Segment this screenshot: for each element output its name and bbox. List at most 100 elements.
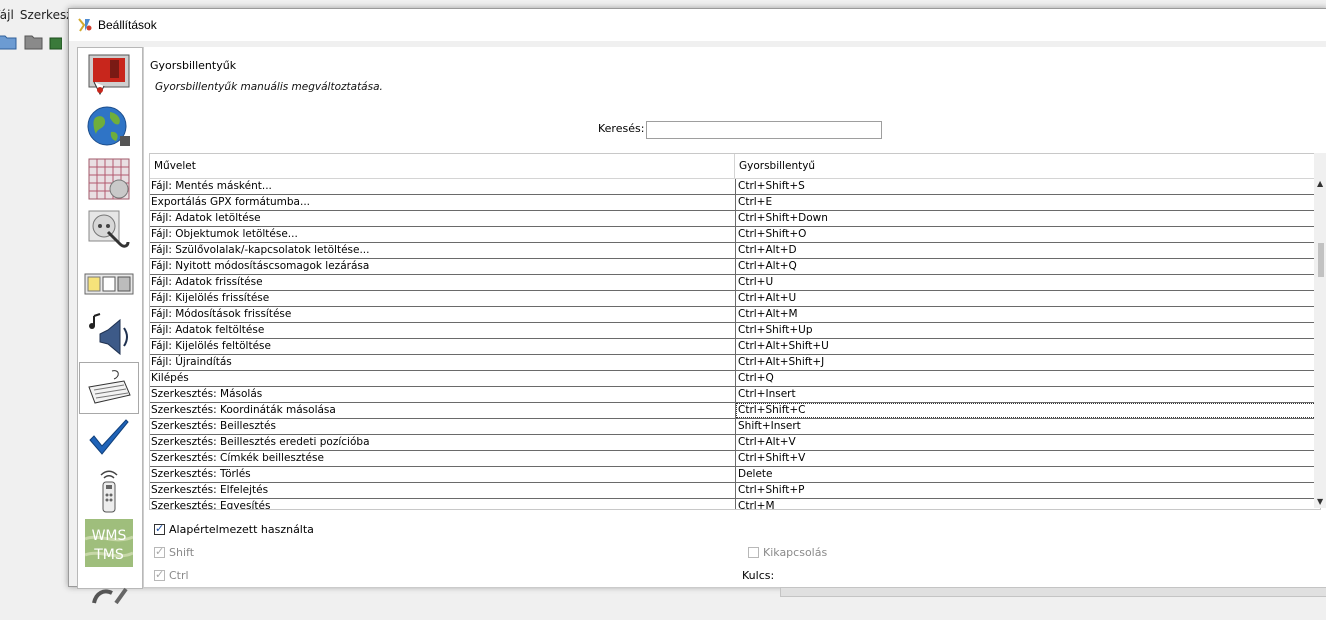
shortcut-cell[interactable]: Ctrl+U [736,275,1320,290]
shortcut-cell[interactable]: Ctrl+Shift+Up [736,323,1320,338]
table-row[interactable]: Fájl: Objektumok letöltése... Ctrl+Shift+… [150,227,1320,243]
shortcut-cell[interactable]: Ctrl+M [736,499,1320,509]
table-row[interactable]: Szerkesztés: Törlés Delete [150,467,1320,483]
open-folder-icon[interactable] [0,30,18,52]
table-row[interactable]: Szerkesztés: Elfelejtés Ctrl+Shift+P [150,483,1320,499]
shortcut-cell[interactable]: Ctrl+Shift+C [736,403,1320,418]
action-cell[interactable]: Szerkesztés: Koordináták másolása [150,403,736,418]
shortcut-cell[interactable]: Ctrl+Shift+O [736,227,1320,242]
action-cell[interactable]: Szerkesztés: Beillesztés [150,419,736,434]
table-row[interactable]: Szerkesztés: Egyesítés Ctrl+M [150,499,1320,509]
shortcut-cell[interactable]: Ctrl+Insert [736,387,1320,402]
category-validator[interactable] [80,414,138,464]
category-advanced[interactable] [80,570,138,620]
shift-checkbox[interactable] [154,545,165,558]
table-row[interactable]: Szerkesztés: Címkék beillesztése Ctrl+Shi… [150,451,1320,467]
table-row[interactable]: Fájl: Adatok letöltése Ctrl+Shift+Down [150,211,1320,227]
key-select[interactable] [780,587,1326,597]
table-row[interactable]: Szerkesztés: Másolás Ctrl+Insert [150,387,1320,403]
category-shortcuts[interactable] [79,362,139,414]
menu-file[interactable]: Fájl [0,8,14,26]
table-row[interactable]: Kilépés Ctrl+Q [150,371,1320,387]
action-cell[interactable]: Szerkesztés: Címkék beillesztése [150,451,736,466]
table-header: Művelet Gyorsbillentyű [150,154,1320,179]
action-cell[interactable]: Szerkesztés: Egyesítés [150,499,736,509]
shortcut-cell[interactable]: Ctrl+Alt+U [736,291,1320,306]
action-cell[interactable]: Fájl: Kijelölés feltöltése [150,339,736,354]
action-cell[interactable]: Fájl: Módosítások frissítése [150,307,736,322]
table-row[interactable]: Fájl: Kijelölés frissítése Ctrl+Alt+U [150,291,1320,307]
table-row[interactable]: Fájl: Kijelölés feltöltése Ctrl+Alt+Shift… [150,339,1320,355]
action-cell[interactable]: Fájl: Kijelölés frissítése [150,291,736,306]
key-option: Kulcs: [742,569,774,582]
scroll-up-arrow-icon[interactable]: ▲ [1317,179,1323,188]
shortcut-cell[interactable]: Ctrl+E [736,195,1320,210]
table-row[interactable]: Szerkesztés: Beillesztés Shift+Insert [150,419,1320,435]
shift-modifier-option[interactable]: Shift [154,545,194,559]
action-cell[interactable]: Exportálás GPX formátumba... [150,195,736,210]
ctrl-checkbox[interactable] [154,568,165,581]
shortcut-cell[interactable]: Ctrl+Alt+D [736,243,1320,258]
table-row[interactable]: Fájl: Adatok frissítése Ctrl+U [150,275,1320,291]
action-cell[interactable]: Kilépés [150,371,736,386]
shortcut-cell[interactable]: Ctrl+Alt+Shift+U [736,339,1320,354]
table-row[interactable]: Fájl: Adatok feltöltése Ctrl+Shift+Up [150,323,1320,339]
action-cell[interactable]: Fájl: Adatok feltöltése [150,323,736,338]
shortcut-cell[interactable]: Delete [736,467,1320,482]
shortcut-cell[interactable]: Ctrl+Shift+V [736,451,1320,466]
table-row[interactable]: Szerkesztés: Koordináták másolása Ctrl+Sh… [150,403,1320,419]
table-row[interactable]: Fájl: Módosítások frissítése Ctrl+Alt+M [150,307,1320,323]
action-cell[interactable]: Szerkesztés: Másolás [150,387,736,402]
shortcut-cell[interactable]: Shift+Insert [736,419,1320,434]
action-cell[interactable]: Szerkesztés: Törlés [150,467,736,482]
scroll-down-arrow-icon[interactable]: ▼ [1317,497,1323,506]
download-icon[interactable] [48,30,62,52]
ctrl-modifier-option[interactable]: Ctrl [154,568,189,582]
action-cell[interactable]: Szerkesztés: Beillesztés eredeti pozíció… [150,435,736,450]
disable-checkbox[interactable] [748,547,759,558]
grid-projection-icon [88,158,130,200]
category-toolbar[interactable] [80,258,138,308]
table-vertical-scrollbar[interactable]: ▲ ▼ [1314,153,1326,508]
table-row[interactable]: Fájl: Nyitott módosításcsomagok lezárása… [150,259,1320,275]
column-header-shortcut[interactable]: Gyorsbillentyű [735,154,1320,178]
shortcut-cell[interactable]: Ctrl+Alt+V [736,435,1320,450]
action-cell[interactable]: Fájl: Szülővolalak/-kapcsolatok letöltés… [150,243,736,258]
shortcut-cell[interactable]: Ctrl+Shift+Down [736,211,1320,226]
ctrl-label: Ctrl [169,569,189,582]
table-row[interactable]: Fájl: Szülővolalak/-kapcsolatok letöltés… [150,243,1320,259]
category-connection[interactable] [80,102,138,152]
dialog-titlebar[interactable]: Beállítások [69,9,1326,41]
shortcut-cell[interactable]: Ctrl+Alt+M [736,307,1320,322]
search-label: Keresés: [598,122,645,135]
shortcut-cell[interactable]: Ctrl+Shift+S [736,179,1320,194]
table-row[interactable]: Fájl: Mentés másként... Ctrl+Shift+S [150,179,1320,195]
save-icon[interactable] [22,30,44,52]
table-row[interactable]: Fájl: Újraindítás Ctrl+Alt+Shift+J [150,355,1320,371]
category-imagery[interactable]: WMS TMS [80,518,138,568]
action-cell[interactable]: Fájl: Objektumok letöltése... [150,227,736,242]
action-cell[interactable]: Fájl: Nyitott módosításcsomagok lezárása [150,259,736,274]
table-row[interactable]: Exportálás GPX formátumba... Ctrl+E [150,195,1320,211]
category-plugins[interactable] [80,206,138,256]
table-row[interactable]: Szerkesztés: Beillesztés eredeti pozíció… [150,435,1320,451]
disable-shortcut-option[interactable]: Kikapcsolás [748,546,827,559]
use-default-checkbox[interactable] [154,522,165,535]
action-cell[interactable]: Fájl: Újraindítás [150,355,736,370]
shortcut-cell[interactable]: Ctrl+Alt+Shift+J [736,355,1320,370]
category-projection[interactable] [80,154,138,204]
shortcut-cell[interactable]: Ctrl+Alt+Q [736,259,1320,274]
action-cell[interactable]: Szerkesztés: Elfelejtés [150,483,736,498]
scrollbar-thumb[interactable] [1318,243,1324,277]
category-display[interactable] [80,50,138,100]
action-cell[interactable]: Fájl: Mentés másként... [150,179,736,194]
action-cell[interactable]: Fájl: Adatok letöltése [150,211,736,226]
search-input[interactable] [646,121,882,139]
shortcut-cell[interactable]: Ctrl+Shift+P [736,483,1320,498]
category-remote-control[interactable] [80,466,138,516]
column-header-action[interactable]: Művelet [150,154,735,178]
action-cell[interactable]: Fájl: Adatok frissítése [150,275,736,290]
shortcut-cell[interactable]: Ctrl+Q [736,371,1320,386]
use-default-option[interactable]: Alapértelmezett használta [154,522,314,536]
category-audio[interactable] [80,310,138,360]
